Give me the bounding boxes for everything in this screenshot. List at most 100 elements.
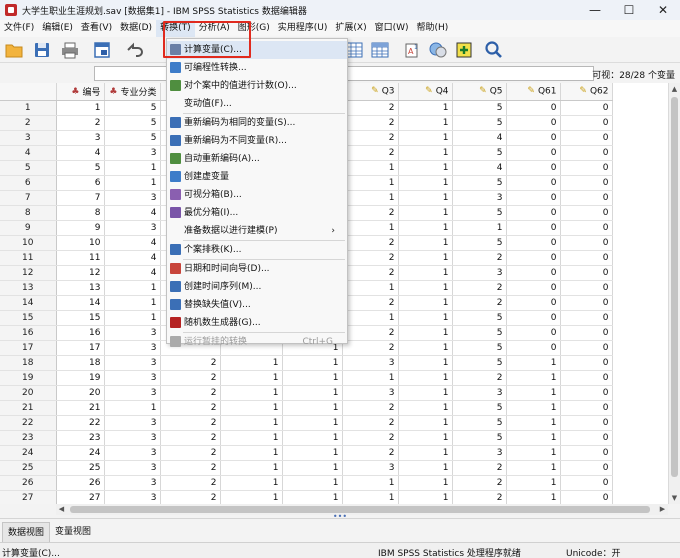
data-cell[interactable]: 0 bbox=[560, 250, 613, 266]
data-cell[interactable]: 1 bbox=[398, 445, 453, 461]
data-cell[interactable]: 2 bbox=[452, 490, 507, 504]
open-folder-icon[interactable] bbox=[4, 40, 24, 60]
data-cell[interactable]: 0 bbox=[560, 295, 613, 311]
data-cell[interactable]: 1 bbox=[398, 475, 453, 491]
data-cell[interactable]: 1 bbox=[282, 475, 343, 491]
data-cell[interactable]: 2 bbox=[342, 100, 399, 116]
data-cell[interactable]: 24 bbox=[56, 445, 105, 461]
data-cell[interactable]: 1 bbox=[220, 400, 283, 416]
data-cell[interactable]: 17 bbox=[56, 340, 105, 356]
data-cell[interactable]: 1 bbox=[220, 355, 283, 371]
row-number[interactable]: 14 bbox=[0, 295, 57, 311]
row-number[interactable]: 19 bbox=[0, 370, 57, 386]
data-cell[interactable]: 4 bbox=[104, 250, 161, 266]
data-cell[interactable]: 2 bbox=[160, 445, 221, 461]
data-cell[interactable]: 2 bbox=[342, 115, 399, 131]
data-cell[interactable]: 1 bbox=[342, 220, 399, 236]
data-cell[interactable]: 21 bbox=[56, 400, 105, 416]
maximize-button[interactable]: ☐ bbox=[612, 0, 646, 20]
data-cell[interactable]: 0 bbox=[560, 175, 613, 191]
transform-menu-item[interactable]: 创建虚变量 bbox=[167, 168, 347, 186]
data-cell[interactable]: 3 bbox=[56, 130, 105, 146]
menu-item-2[interactable]: 查看(V) bbox=[77, 20, 116, 37]
data-cell[interactable]: 1 bbox=[282, 385, 343, 401]
data-cell[interactable]: 0 bbox=[560, 265, 613, 281]
data-cell[interactable]: 0 bbox=[560, 445, 613, 461]
menu-item-8[interactable]: 扩展(X) bbox=[331, 20, 370, 37]
tab-data-view[interactable]: 数据视图 bbox=[2, 522, 51, 542]
data-cell[interactable]: 0 bbox=[560, 115, 613, 131]
scroll-up-icon[interactable]: ▲ bbox=[669, 83, 680, 95]
data-cell[interactable]: 5 bbox=[452, 415, 507, 431]
data-cell[interactable]: 22 bbox=[56, 415, 105, 431]
data-cell[interactable]: 3 bbox=[104, 445, 161, 461]
transform-menu-item[interactable]: 创建时间序列(M)... bbox=[167, 278, 347, 296]
data-cell[interactable]: 2 bbox=[342, 400, 399, 416]
vertical-scrollbar[interactable]: ▲ ▼ bbox=[668, 83, 680, 504]
data-cell[interactable]: 4 bbox=[452, 160, 507, 176]
horizontal-scrollbar[interactable]: ◀ ▶ bbox=[56, 504, 668, 515]
menu-item-4[interactable]: 转换(T) bbox=[156, 20, 195, 37]
data-cell[interactable]: 1 bbox=[506, 430, 561, 446]
data-cell[interactable]: 2 bbox=[342, 295, 399, 311]
vertical-scroll-thumb[interactable] bbox=[671, 97, 678, 477]
data-cell[interactable]: 3 bbox=[104, 190, 161, 206]
data-cell[interactable]: 0 bbox=[560, 415, 613, 431]
data-cell[interactable]: 5 bbox=[452, 340, 507, 356]
data-cell[interactable]: 1 bbox=[398, 385, 453, 401]
data-cell[interactable]: 1 bbox=[398, 100, 453, 116]
data-cell[interactable]: 0 bbox=[560, 190, 613, 206]
row-number[interactable]: 1 bbox=[0, 100, 57, 116]
data-cell[interactable]: 2 bbox=[342, 340, 399, 356]
data-cell[interactable]: 2 bbox=[342, 205, 399, 221]
data-cell[interactable]: 5 bbox=[452, 430, 507, 446]
data-cell[interactable]: 3 bbox=[104, 430, 161, 446]
row-number[interactable]: 5 bbox=[0, 160, 57, 176]
data-cell[interactable]: 0 bbox=[560, 490, 613, 504]
find-icon[interactable] bbox=[484, 40, 504, 60]
data-cell[interactable]: 1 bbox=[398, 370, 453, 386]
data-cell[interactable]: 0 bbox=[506, 340, 561, 356]
row-number[interactable]: 4 bbox=[0, 145, 57, 161]
data-cell[interactable]: 2 bbox=[452, 295, 507, 311]
data-cell[interactable]: 1 bbox=[398, 250, 453, 266]
data-cell[interactable]: 1 bbox=[452, 220, 507, 236]
row-number[interactable]: 12 bbox=[0, 265, 57, 281]
data-cell[interactable]: 2 bbox=[160, 355, 221, 371]
minimize-button[interactable]: — bbox=[578, 0, 612, 20]
transform-menu-item[interactable]: 准备数据以进行建模(P) › bbox=[167, 222, 347, 240]
data-cell[interactable]: 2 bbox=[342, 235, 399, 251]
row-number[interactable]: 23 bbox=[0, 430, 57, 446]
data-cell[interactable]: 0 bbox=[560, 205, 613, 221]
data-cell[interactable]: 3 bbox=[104, 370, 161, 386]
data-cell[interactable]: 0 bbox=[506, 175, 561, 191]
data-cell[interactable]: 1 bbox=[398, 295, 453, 311]
data-cell[interactable]: 0 bbox=[506, 250, 561, 266]
data-cell[interactable]: 2 bbox=[160, 400, 221, 416]
data-cell[interactable]: 0 bbox=[506, 100, 561, 116]
menu-item-3[interactable]: 数据(D) bbox=[116, 20, 156, 37]
row-number[interactable]: 7 bbox=[0, 190, 57, 206]
data-cell[interactable]: 1 bbox=[104, 310, 161, 326]
row-number[interactable]: 27 bbox=[0, 490, 57, 504]
data-cell[interactable]: 3 bbox=[104, 385, 161, 401]
data-cell[interactable]: 3 bbox=[452, 385, 507, 401]
variables-icon[interactable] bbox=[370, 40, 390, 60]
data-cell[interactable]: 1 bbox=[398, 400, 453, 416]
data-cell[interactable]: 1 bbox=[342, 370, 399, 386]
data-cell[interactable]: 1 bbox=[342, 160, 399, 176]
data-cell[interactable]: 1 bbox=[506, 445, 561, 461]
data-cell[interactable]: 0 bbox=[560, 280, 613, 296]
data-cell[interactable]: 2 bbox=[160, 460, 221, 476]
data-cell[interactable]: 1 bbox=[398, 235, 453, 251]
data-cell[interactable]: 0 bbox=[506, 325, 561, 341]
data-cell[interactable]: 2 bbox=[342, 325, 399, 341]
data-cell[interactable]: 0 bbox=[560, 430, 613, 446]
data-cell[interactable]: 1 bbox=[282, 400, 343, 416]
data-cell[interactable]: 1 bbox=[506, 460, 561, 476]
data-cell[interactable]: 8 bbox=[56, 205, 105, 221]
data-cell[interactable]: 1 bbox=[104, 160, 161, 176]
data-cell[interactable]: 0 bbox=[506, 115, 561, 131]
data-cell[interactable]: 7 bbox=[56, 190, 105, 206]
data-cell[interactable]: 1 bbox=[398, 430, 453, 446]
